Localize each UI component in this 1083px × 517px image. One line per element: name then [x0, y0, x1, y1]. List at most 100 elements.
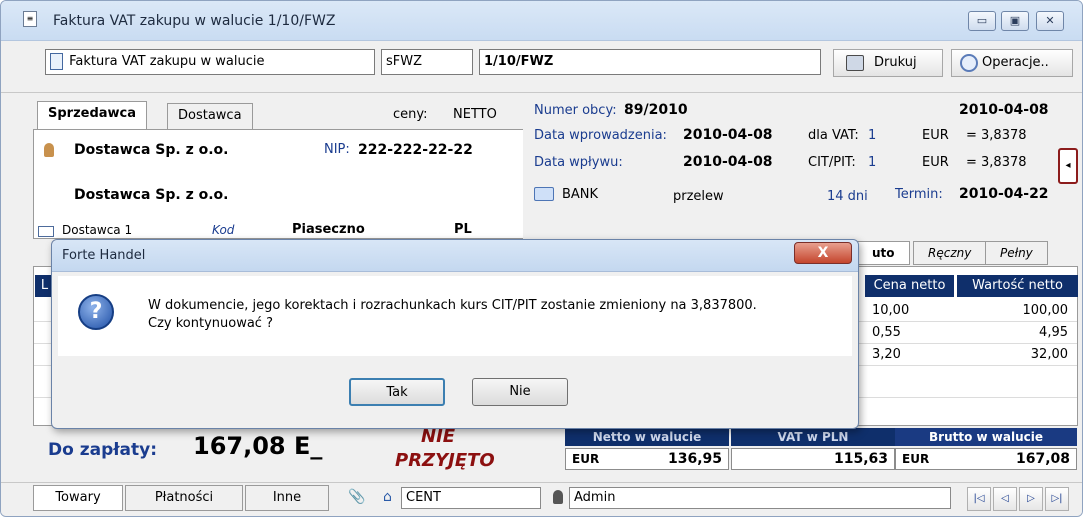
brutto-value: 167,08: [1015, 451, 1070, 467]
brutto-header: Brutto w walucie: [895, 428, 1077, 446]
doc-type-text: Faktura VAT zakupu w walucie: [69, 54, 265, 69]
status-bar: Towary Płatności Inne 📎 ⌂ CENT Admin |◁ …: [1, 482, 1082, 516]
vat-value: 115,63: [833, 451, 888, 467]
row2-price[interactable]: 0,55: [872, 323, 901, 343]
entry-date-label: Data wprowadzenia:: [534, 128, 667, 143]
currency-vat: EUR: [922, 128, 949, 143]
vat-total-field: 115,63: [731, 448, 895, 470]
to-pay-value: 167,08 E_: [193, 432, 323, 460]
city: Piaseczno: [292, 222, 365, 237]
supplier-name: Dostawca Sp. z o.o.: [74, 142, 229, 158]
stamp-line1: NIE: [421, 426, 456, 447]
brutto-total-field: EUR 167,08: [895, 448, 1077, 470]
netto-value: 136,95: [667, 451, 722, 467]
title-bar: ≡ Faktura VAT zakupu w walucie 1/10/FWZ …: [1, 1, 1082, 41]
collapse-panel-button[interactable]: ◂: [1058, 148, 1078, 184]
question-icon: ?: [78, 294, 114, 330]
minimize-button[interactable]: ▭: [968, 11, 996, 31]
paperclip-icon[interactable]: 📎: [348, 489, 365, 505]
printer-icon: [846, 54, 864, 71]
tab-view-manual[interactable]: Ręczny: [913, 241, 987, 265]
netto-currency: EUR: [572, 452, 600, 466]
row3-value[interactable]: 32,00: [956, 345, 1068, 365]
postal-code: Kod: [212, 223, 235, 237]
foreign-number-label: Numer obcy:: [534, 103, 617, 118]
tab-view-auto[interactable]: uto: [857, 241, 910, 265]
close-button[interactable]: ✕: [1036, 11, 1064, 31]
rate-vat[interactable]: = 3,8378: [966, 128, 1027, 143]
row3-price[interactable]: 3,20: [872, 345, 901, 365]
toolbar: Faktura VAT zakupu w walucie sFWZ 1/10/F…: [1, 41, 1082, 93]
gear-icon: [960, 53, 978, 72]
tab-view-full[interactable]: Pełny: [985, 241, 1048, 265]
window-doc-icon: ≡: [23, 11, 37, 27]
grid-header-value[interactable]: Wartość netto: [956, 275, 1078, 297]
vat-value[interactable]: 1: [868, 128, 876, 143]
no-button[interactable]: Nie: [472, 378, 568, 406]
doc-number-field[interactable]: 1/10/FWZ: [479, 49, 821, 75]
window-title: Faktura VAT zakupu w walucie 1/10/FWZ: [53, 13, 336, 29]
entry-date-value[interactable]: 2010-04-08: [683, 127, 773, 143]
stamp-line2: PRZYJĘTO: [395, 450, 495, 471]
cent-field[interactable]: CENT: [401, 487, 541, 509]
supplier-name-secondary: Dostawca Sp. z o.o.: [74, 187, 229, 203]
nav-prev-button[interactable]: ◁: [993, 487, 1017, 511]
receipt-date-label: Data wpływu:: [534, 155, 623, 170]
user-field[interactable]: Admin: [569, 487, 951, 509]
cit-value[interactable]: 1: [868, 155, 876, 170]
brutto-currency: EUR: [902, 452, 930, 466]
tab-supplier[interactable]: Dostawca: [167, 103, 253, 129]
currency-cit: EUR: [922, 155, 949, 170]
prices-label: ceny:: [393, 107, 428, 122]
row2-value[interactable]: 4,95: [956, 323, 1068, 343]
payment-days[interactable]: 14 dni: [827, 189, 868, 204]
user-icon: [553, 489, 563, 504]
bank-icon: [534, 186, 560, 201]
totals-area: Do zapłaty: 167,08 E_ NIE PRZYJĘTO Netto…: [33, 426, 1078, 478]
dialog-message-line1: W dokumencie, jego korektach i rozrachun…: [148, 298, 757, 313]
party-panel: Sprzedawca Dostawca ceny: NETTO Dostawca…: [33, 97, 523, 239]
print-button[interactable]: Drukuj: [833, 49, 943, 77]
foreign-number-value[interactable]: 89/2010: [624, 102, 688, 118]
row1-value[interactable]: 100,00: [956, 301, 1069, 321]
document-date[interactable]: 2010-04-08: [959, 102, 1049, 118]
payment-type[interactable]: przelew: [673, 189, 724, 204]
dialog-title-bar: Forte Handel X: [52, 240, 858, 272]
vat-label: dla VAT:: [808, 128, 859, 143]
envelope-icon: [38, 224, 54, 239]
prices-value[interactable]: NETTO: [453, 107, 497, 122]
vat-header: VAT w PLN: [731, 428, 895, 446]
payment-method[interactable]: BANK: [562, 187, 598, 202]
nav-last-button[interactable]: ▷|: [1045, 487, 1069, 511]
document-icon: [50, 53, 63, 70]
operations-button[interactable]: Operacje..: [951, 49, 1073, 77]
dialog-close-button[interactable]: X: [794, 242, 852, 264]
tab-payments[interactable]: Płatności: [125, 485, 243, 511]
operations-label: Operacje..: [982, 55, 1049, 70]
print-label: Drukuj: [874, 55, 917, 70]
grid-header-price[interactable]: Cena netto: [864, 275, 954, 297]
tab-goods[interactable]: Towary: [33, 485, 123, 511]
receipt-date-value[interactable]: 2010-04-08: [683, 154, 773, 170]
confirm-dialog: Forte Handel X ? W dokumencie, jego kore…: [51, 239, 859, 429]
nav-first-button[interactable]: |◁: [967, 487, 991, 511]
maximize-button[interactable]: ▣: [1001, 11, 1029, 31]
tab-other[interactable]: Inne: [245, 485, 329, 511]
netto-total-field: EUR 136,95: [565, 448, 729, 470]
address-line: Dostawca 1: [62, 223, 133, 237]
doc-symbol-field[interactable]: sFWZ: [381, 49, 473, 75]
nip-value: 222-222-22-22: [358, 142, 473, 158]
due-date-value[interactable]: 2010-04-22: [959, 186, 1049, 202]
seller-box: Dostawca Sp. z o.o. NIP: 222-222-22-22 D…: [33, 129, 523, 239]
tab-seller[interactable]: Sprzedawca: [37, 101, 148, 130]
doc-type-field[interactable]: Faktura VAT zakupu w walucie: [45, 49, 375, 75]
to-pay-label: Do zapłaty:: [48, 440, 158, 460]
main-window: ≡ Faktura VAT zakupu w walucie 1/10/FWZ …: [0, 0, 1083, 517]
row1-price[interactable]: 10,00: [872, 301, 909, 321]
nav-next-button[interactable]: ▷: [1019, 487, 1043, 511]
rate-cit[interactable]: = 3,8378: [966, 155, 1027, 170]
yes-button[interactable]: Tak: [349, 378, 445, 406]
dialog-body: ? W dokumencie, jego korektach i rozrach…: [58, 276, 852, 356]
dialog-message-line2: Czy kontynuować ?: [148, 316, 273, 331]
company-icon: ⌂: [383, 489, 392, 505]
